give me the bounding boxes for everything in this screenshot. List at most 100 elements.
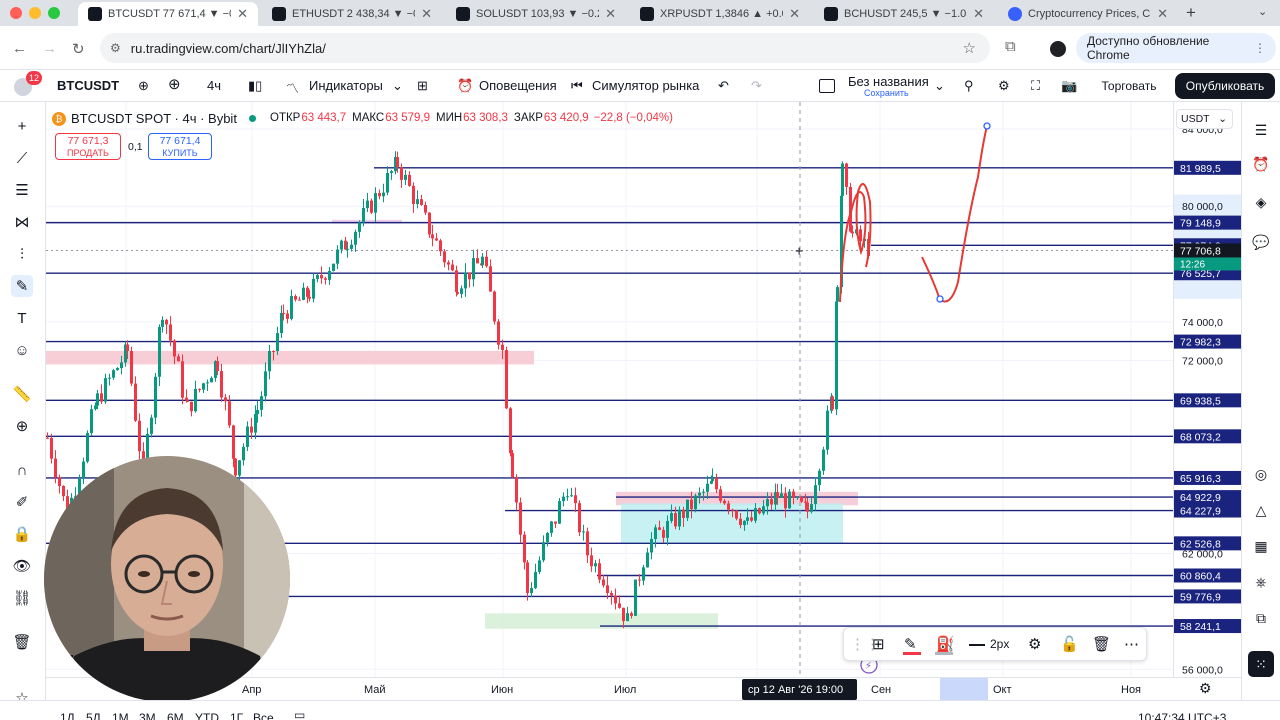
close-tab-icon[interactable]: ✕ bbox=[421, 6, 432, 22]
go-to-date-icon[interactable]: ▭ bbox=[294, 708, 305, 720]
delete-icon[interactable]: 🗑 bbox=[1092, 635, 1111, 653]
ideas-icon[interactable]: △ bbox=[1250, 499, 1272, 521]
browser-tab[interactable]: XRPUSDT 1,3846 ▲ +0.0 ✕ bbox=[630, 2, 810, 26]
settings-gear-icon[interactable]: ⚙ bbox=[998, 78, 1010, 94]
screener-icon[interactable]: ⧉ bbox=[1250, 607, 1272, 629]
ruler-icon[interactable]: 📏 bbox=[11, 383, 33, 405]
market-simulator-button[interactable]: Симулятор рынка bbox=[592, 78, 699, 93]
lock-drawings-icon[interactable]: 🔒 bbox=[11, 523, 33, 545]
pattern-icon[interactable]: ⋈ bbox=[11, 211, 33, 233]
browser-tab[interactable]: SOLUSDT 103,93 ▼ −0.2 ✕ bbox=[446, 2, 626, 26]
browser-tab[interactable]: Cryptocurrency Prices, C ✕ bbox=[998, 2, 1178, 26]
zoom-in-icon[interactable]: ⊕ bbox=[11, 415, 33, 437]
line-color-pencil-icon[interactable]: ✎ bbox=[904, 635, 917, 653]
trash-icon[interactable]: 🗑 bbox=[11, 631, 33, 653]
chart-type-icon[interactable]: ▮▯ bbox=[248, 78, 262, 94]
extensions-icon[interactable]: ⧉ bbox=[1005, 38, 1016, 55]
emoji-icon[interactable]: ☺ bbox=[11, 339, 33, 361]
more-menu-icon[interactable]: ⋮ bbox=[1254, 41, 1266, 55]
range-all[interactable]: Все bbox=[253, 711, 274, 720]
fullscreen-icon[interactable]: ⛶ bbox=[1031, 78, 1040, 94]
calendar-target-icon[interactable]: ◎ bbox=[1250, 463, 1272, 485]
site-info-icon[interactable]: ⚙ bbox=[110, 41, 121, 55]
indicators-dropdown-icon[interactable]: ⌄ bbox=[392, 78, 403, 94]
price-scale[interactable]: 56 000,0 62 000,0 72 000,0 74 000,0 80 000,0… bbox=[1173, 102, 1242, 677]
prediction-icon[interactable]: ⫶ bbox=[11, 243, 33, 265]
browser-tab[interactable]: BCHUSDT 245,5 ▼ −1.05 ✕ bbox=[814, 2, 994, 26]
minimize-window-button[interactable] bbox=[29, 7, 41, 19]
clock-label[interactable]: 10:47:34 UTC+3 bbox=[1138, 711, 1226, 720]
publish-button[interactable]: Опубликовать bbox=[1175, 73, 1275, 99]
magnet-icon[interactable]: ∩ bbox=[11, 459, 33, 481]
compare-icon[interactable]: ⊕ bbox=[138, 78, 149, 94]
alerts-button[interactable]: Оповещения bbox=[479, 78, 557, 93]
indicators-button[interactable]: Индикаторы bbox=[309, 78, 383, 93]
range-1m[interactable]: 1М bbox=[112, 711, 129, 720]
layout-icon[interactable] bbox=[819, 79, 835, 93]
text-tool-icon[interactable]: T bbox=[11, 307, 33, 329]
brush-icon[interactable]: ✎ bbox=[11, 275, 33, 297]
time-scale-settings-icon[interactable]: ⚙ bbox=[1199, 680, 1212, 697]
crosshair-icon[interactable]: + bbox=[11, 115, 33, 137]
close-tab-icon[interactable]: ✕ bbox=[973, 6, 984, 22]
notifications-icon[interactable]: ⎈ bbox=[1250, 571, 1272, 593]
line-width-label[interactable]: 2px bbox=[990, 637, 1009, 651]
reload-icon[interactable]: ↻ bbox=[72, 40, 85, 58]
apps-grid-icon[interactable]: ⁙ bbox=[1248, 651, 1274, 677]
back-icon[interactable]: ← bbox=[12, 40, 27, 57]
redo-icon[interactable]: ↷ bbox=[751, 78, 762, 94]
symbol-search-button[interactable]: BTCUSDT bbox=[57, 78, 119, 93]
bookmark-star-icon[interactable]: ☆ bbox=[963, 39, 976, 57]
more-options-icon[interactable]: ⋯ bbox=[1124, 635, 1139, 653]
chat-icon[interactable]: 💬 bbox=[1250, 231, 1272, 253]
indicators-icon[interactable]: 〽 bbox=[286, 78, 299, 97]
symbol-title[interactable]: BTCUSDT SPOT · 4ч · Bybit bbox=[71, 111, 237, 126]
templates-grid-icon[interactable]: ⊞ bbox=[872, 635, 885, 653]
layout-dropdown-icon[interactable]: ⌄ bbox=[934, 78, 945, 94]
link-icon[interactable]: ⛓ bbox=[11, 587, 33, 609]
range-3m[interactable]: 3М bbox=[139, 711, 156, 720]
address-bar[interactable]: ⚙ ru.tradingview.com/chart/JlIYhZla/ ☆ bbox=[100, 33, 990, 63]
undo-icon[interactable]: ↶ bbox=[718, 78, 729, 94]
quick-search-icon[interactable]: ⚲ bbox=[964, 78, 974, 94]
watchlist-icon[interactable]: ☰ bbox=[1250, 119, 1272, 141]
interval-button[interactable]: 4ч bbox=[207, 78, 221, 93]
settings-icon[interactable]: ⚙ bbox=[1028, 635, 1041, 653]
stay-in-drawing-icon[interactable]: ✐ bbox=[11, 491, 33, 513]
close-tab-icon[interactable]: ✕ bbox=[789, 6, 800, 22]
tab-search-icon[interactable]: ⌄ bbox=[1258, 5, 1267, 18]
fill-bucket-icon[interactable]: ⛽ bbox=[936, 635, 955, 653]
buy-button[interactable]: 77 671,4 КУПИТЬ bbox=[148, 133, 212, 160]
range-5d[interactable]: 5Д bbox=[86, 711, 101, 720]
new-tab-icon[interactable]: + bbox=[1186, 3, 1196, 23]
range-6m[interactable]: 6М bbox=[167, 711, 184, 720]
hide-drawings-icon[interactable]: 👁 bbox=[11, 555, 33, 577]
trade-button[interactable]: Торговать bbox=[1090, 74, 1168, 98]
alerts-clock-icon[interactable]: ⏰ bbox=[1250, 153, 1272, 175]
zoom-window-button[interactable] bbox=[48, 7, 60, 19]
close-window-button[interactable] bbox=[10, 7, 22, 19]
line-width-icon[interactable] bbox=[969, 644, 985, 646]
calendar-icon[interactable]: ▦ bbox=[1250, 535, 1272, 557]
object-tree-icon[interactable]: ◈ bbox=[1250, 191, 1272, 213]
fib-retracement-icon[interactable]: ☰ bbox=[11, 179, 33, 201]
chrome-update-button[interactable]: Доступно обновление Chrome ⋮ bbox=[1076, 33, 1276, 63]
browser-tab[interactable]: ETHUSDT 2 438,34 ▼ −0. ✕ bbox=[262, 2, 442, 26]
profile-avatar[interactable] bbox=[1050, 41, 1066, 57]
trend-line-icon[interactable]: ⟋ bbox=[11, 147, 33, 169]
templates-icon[interactable]: ⊞ bbox=[417, 78, 428, 94]
layout-name[interactable]: Без названия bbox=[848, 74, 929, 89]
snapshot-camera-icon[interactable]: 📷 bbox=[1061, 78, 1077, 94]
currency-selector[interactable]: USDT ⌄ bbox=[1176, 109, 1233, 129]
forward-icon[interactable]: → bbox=[42, 40, 57, 57]
close-tab-icon[interactable]: ✕ bbox=[605, 6, 616, 22]
range-ytd[interactable]: YTD bbox=[195, 711, 219, 720]
close-tab-icon[interactable]: ✕ bbox=[1157, 6, 1168, 22]
range-1y[interactable]: 1Г bbox=[230, 711, 243, 720]
sell-button[interactable]: 77 671,3 ПРОДАТЬ bbox=[55, 133, 121, 160]
lock-icon[interactable]: 🔓 bbox=[1060, 635, 1079, 653]
range-1d[interactable]: 1Д bbox=[60, 711, 75, 720]
close-tab-icon[interactable]: ✕ bbox=[237, 6, 248, 22]
add-symbol-icon[interactable]: ⊕ bbox=[168, 75, 181, 93]
browser-tab[interactable]: BTCUSDT 77 671,4 ▼ −0.2 ✕ bbox=[78, 2, 258, 26]
